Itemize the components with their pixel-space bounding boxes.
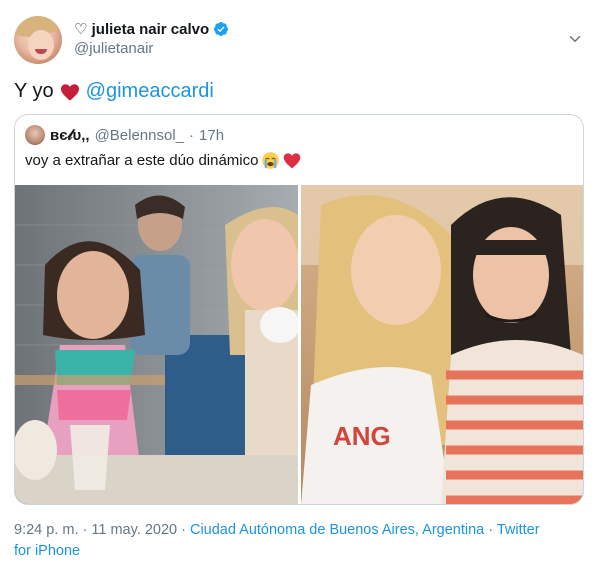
quoted-text: voy a extrañar a este dúo dinámico (25, 151, 301, 170)
quoted-separator: · (189, 126, 195, 144)
author-handle[interactable]: @julietanair (74, 40, 153, 57)
tweet-timestamp[interactable]: 9:24 p. m. · 11 may. 2020 (14, 522, 177, 538)
source-label-part2: for iPhone (14, 543, 81, 559)
tweet-card: ♡ julieta nair calvo @julietanair Y yo @… (0, 0, 611, 565)
source-label-part1: Twitter (496, 522, 540, 538)
tweet-metadata: 9:24 p. m. · 11 may. 2020 · Ciudad Autón… (14, 520, 584, 562)
quoted-media[interactable]: ANG (15, 185, 583, 504)
photo-left-image (15, 185, 298, 504)
metadata-separator: · (181, 522, 186, 538)
photo-right-image: ANG (301, 185, 583, 504)
avatar-face (28, 30, 54, 60)
tweet-text-prefix: Y yo (14, 80, 54, 102)
svg-text:ANG: ANG (333, 421, 391, 451)
red-heart-icon (284, 153, 301, 169)
quoted-header: вє𝓁υ,, @Belennsol_ · 17h (25, 125, 224, 145)
photo-right[interactable]: ANG (301, 185, 583, 504)
red-heart-icon (60, 83, 79, 101)
photo-left[interactable] (15, 185, 298, 504)
quoted-handle[interactable]: @Belennsol_ (95, 127, 184, 144)
author-avatar[interactable] (14, 16, 62, 64)
mention-link[interactable]: @gimeaccardi (86, 80, 214, 103)
quoted-timestamp[interactable]: 17h (199, 127, 224, 144)
tweet-text: Y yo @gimeaccardi (14, 80, 214, 103)
verified-badge-icon (214, 22, 229, 36)
quoted-display-name[interactable]: вє𝓁υ,, (50, 127, 90, 144)
crying-face-icon (262, 152, 280, 169)
quoted-text-content: voy a extrañar a este dúo dinámico (25, 152, 259, 169)
quoted-tweet[interactable]: вє𝓁υ,, @Belennsol_ · 17h voy a extrañar … (14, 114, 584, 505)
location-link[interactable]: Ciudad Autónoma de Buenos Aires, Argenti… (190, 522, 484, 538)
author-name-row[interactable]: ♡ julieta nair calvo (74, 20, 229, 38)
author-display-name[interactable]: ♡ julieta nair calvo (74, 20, 209, 38)
metadata-separator-2: · (488, 522, 494, 538)
chevron-down-icon[interactable] (566, 30, 584, 48)
quoted-avatar[interactable] (25, 125, 45, 145)
